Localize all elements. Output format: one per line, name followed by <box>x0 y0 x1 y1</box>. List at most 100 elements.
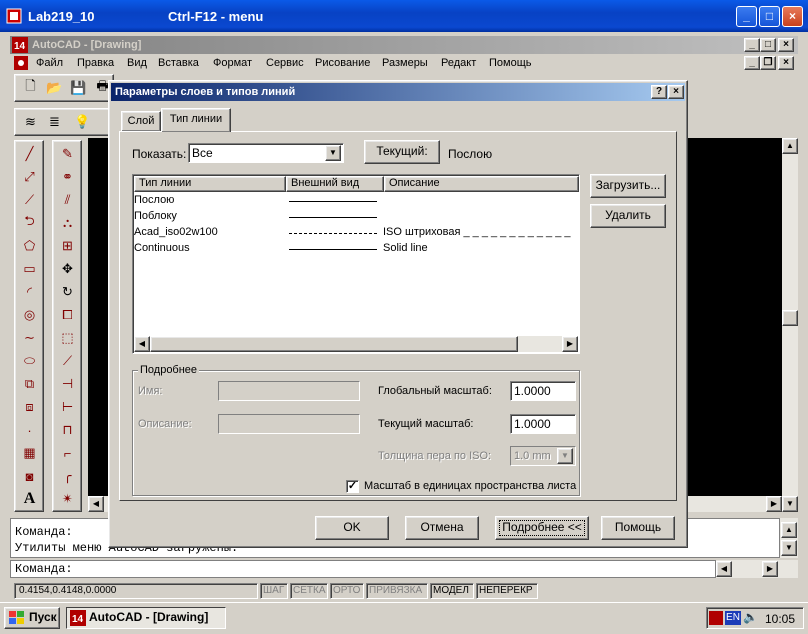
circle-icon[interactable]: ◎ <box>18 304 41 326</box>
paperspace-checkbox[interactable]: ✓ <box>346 480 359 493</box>
list-horizontal-scrollbar[interactable]: ◀ ▶ <box>134 336 578 352</box>
status-snap[interactable]: ШАГ <box>260 583 288 599</box>
close-button[interactable]: × <box>782 6 803 27</box>
save-icon[interactable]: 💾 <box>67 77 90 99</box>
load-button[interactable]: Загрузить... <box>590 174 666 198</box>
cancel-button[interactable]: Отмена <box>405 516 479 540</box>
doc-restore-button[interactable]: ❐ <box>760 56 776 70</box>
menu-dimension[interactable]: Размеры <box>382 57 428 69</box>
global-scale-input[interactable]: 1.0000 <box>510 381 576 401</box>
text-icon[interactable]: A <box>18 488 41 510</box>
mirror-icon[interactable]: ⫽ <box>56 189 79 211</box>
layers-icon[interactable]: ≋ <box>19 111 42 133</box>
extend-icon[interactable]: ⊢ <box>56 396 79 418</box>
minimize-button[interactable]: _ <box>736 6 757 27</box>
lengthen-icon[interactable]: ⟋ <box>56 350 79 372</box>
table-row[interactable]: Acad_iso02w100 ISO штриховая _ _ _ _ _ _… <box>133 225 579 241</box>
lightbulb-icon[interactable]: 💡 <box>71 111 94 133</box>
command-h-scrollbar[interactable]: ◀ ▶ <box>716 560 798 578</box>
dialog-close-button[interactable]: × <box>668 85 684 99</box>
current-button[interactable]: Текущий: <box>364 140 440 164</box>
move-icon[interactable]: ✥ <box>56 258 79 280</box>
scroll-up-icon[interactable]: ▲ <box>782 138 798 154</box>
polygon-arc-icon[interactable]: ⮌ <box>18 212 41 234</box>
trim-icon[interactable]: ⊣ <box>56 373 79 395</box>
polygon-icon[interactable]: ⬠ <box>18 235 41 257</box>
status-tile[interactable]: НЕПЕРЕКР <box>476 583 538 599</box>
tab-linetype[interactable]: Тип линии <box>161 108 231 132</box>
command-input[interactable]: Команда: <box>10 560 716 578</box>
erase-icon[interactable]: ✎ <box>56 143 79 165</box>
maximize-button[interactable]: □ <box>759 6 780 27</box>
offset-icon[interactable]: ⛬ <box>56 212 79 234</box>
menu-modify[interactable]: Редакт <box>441 57 476 69</box>
point-icon[interactable]: · <box>18 419 41 441</box>
menu-edit[interactable]: Правка <box>77 57 114 69</box>
array-icon[interactable]: ⊞ <box>56 235 79 257</box>
menu-draw[interactable]: Рисование <box>315 57 370 69</box>
status-ortho[interactable]: ОРТО <box>330 583 364 599</box>
status-model[interactable]: МОДЕЛ <box>430 583 474 599</box>
rectangle-icon[interactable]: ▭ <box>18 258 41 280</box>
scroll-left-icon[interactable]: ◀ <box>88 496 104 512</box>
app-maximize-button[interactable]: □ <box>760 38 776 52</box>
show-filter-select[interactable]: Все ▼ <box>188 143 344 163</box>
table-row[interactable]: Послою <box>133 193 579 209</box>
open-folder-icon[interactable]: 📂 <box>43 77 66 99</box>
menu-insert[interactable]: Вставка <box>158 57 199 69</box>
tray-app-icon[interactable] <box>709 611 723 625</box>
dropdown-arrow-icon[interactable]: ▼ <box>325 145 341 161</box>
construction-line-icon[interactable]: ⤢ <box>18 166 41 188</box>
help-button[interactable]: Помощь <box>601 516 675 540</box>
copy-icon[interactable]: ⚭ <box>56 166 79 188</box>
stretch-icon[interactable]: ⬚ <box>56 327 79 349</box>
ok-button[interactable]: OK <box>315 516 389 540</box>
doc-minimize-button[interactable]: _ <box>744 56 760 70</box>
vertical-scroll-thumb[interactable] <box>782 310 798 326</box>
current-scale-input[interactable]: 1.0000 <box>510 414 576 434</box>
command-scroll-down-icon[interactable]: ▼ <box>781 540 797 556</box>
menu-format[interactable]: Формат <box>213 57 252 69</box>
column-header-linetype[interactable]: Тип линии <box>134 176 286 192</box>
table-row[interactable]: Continuous Solid line <box>133 241 579 257</box>
command-scrollbar[interactable]: ▲ ▼ <box>780 518 798 558</box>
drawing-vertical-scrollbar[interactable]: ▲ ▼ <box>782 138 798 512</box>
line-icon[interactable]: ╱ <box>18 143 41 165</box>
menu-file[interactable]: Файл <box>36 57 63 69</box>
insert-block-icon[interactable]: ⧉ <box>18 373 41 395</box>
scale-icon[interactable]: ⧠ <box>56 304 79 326</box>
status-osnap[interactable]: ПРИВЯЗКА <box>366 583 428 599</box>
app-close-button[interactable]: × <box>778 38 794 52</box>
new-file-icon[interactable]: 🗋 <box>19 77 42 99</box>
list-scroll-left-icon[interactable]: ◀ <box>134 336 150 352</box>
command-scroll-right-icon[interactable]: ▶ <box>762 561 778 577</box>
doc-close-button[interactable]: × <box>778 56 794 70</box>
tab-layers[interactable]: Слой <box>121 111 161 131</box>
hatch-icon[interactable]: ▦ <box>18 442 41 464</box>
explode-icon[interactable]: ✴ <box>56 488 79 510</box>
chamfer-icon[interactable]: ⌐ <box>56 442 79 464</box>
list-scroll-right-icon[interactable]: ▶ <box>562 336 578 352</box>
table-row[interactable]: Поблоку <box>133 209 579 225</box>
linetype-list[interactable]: Тип линии Внешний вид Описание Послою По… <box>132 174 580 354</box>
taskbar-autocad-button[interactable]: 14 AutoCAD - [Drawing] <box>66 607 226 629</box>
rotate-icon[interactable]: ↻ <box>56 281 79 303</box>
command-scroll-up-icon[interactable]: ▲ <box>781 522 797 538</box>
polyline-icon[interactable]: ⟋ <box>18 189 41 211</box>
menu-view[interactable]: Вид <box>127 57 147 69</box>
language-indicator[interactable]: EN <box>725 611 741 625</box>
dialog-help-button[interactable]: ? <box>651 85 667 99</box>
spline-icon[interactable]: ∼ <box>18 327 41 349</box>
scroll-down-icon[interactable]: ▼ <box>782 496 798 512</box>
layer-previous-icon[interactable]: ≣ <box>43 111 66 133</box>
command-scroll-left-icon[interactable]: ◀ <box>716 561 732 577</box>
menu-help[interactable]: Помощь <box>489 57 532 69</box>
menu-tools[interactable]: Сервис <box>266 57 304 69</box>
start-button[interactable]: Пуск <box>4 607 60 629</box>
make-block-icon[interactable]: ⧈ <box>18 396 41 418</box>
app-minimize-button[interactable]: _ <box>744 38 760 52</box>
delete-button[interactable]: Удалить <box>590 204 666 228</box>
column-header-appearance[interactable]: Внешний вид <box>286 176 384 192</box>
volume-icon[interactable]: 🔈 <box>743 610 758 624</box>
region-icon[interactable]: ◙ <box>18 465 41 487</box>
